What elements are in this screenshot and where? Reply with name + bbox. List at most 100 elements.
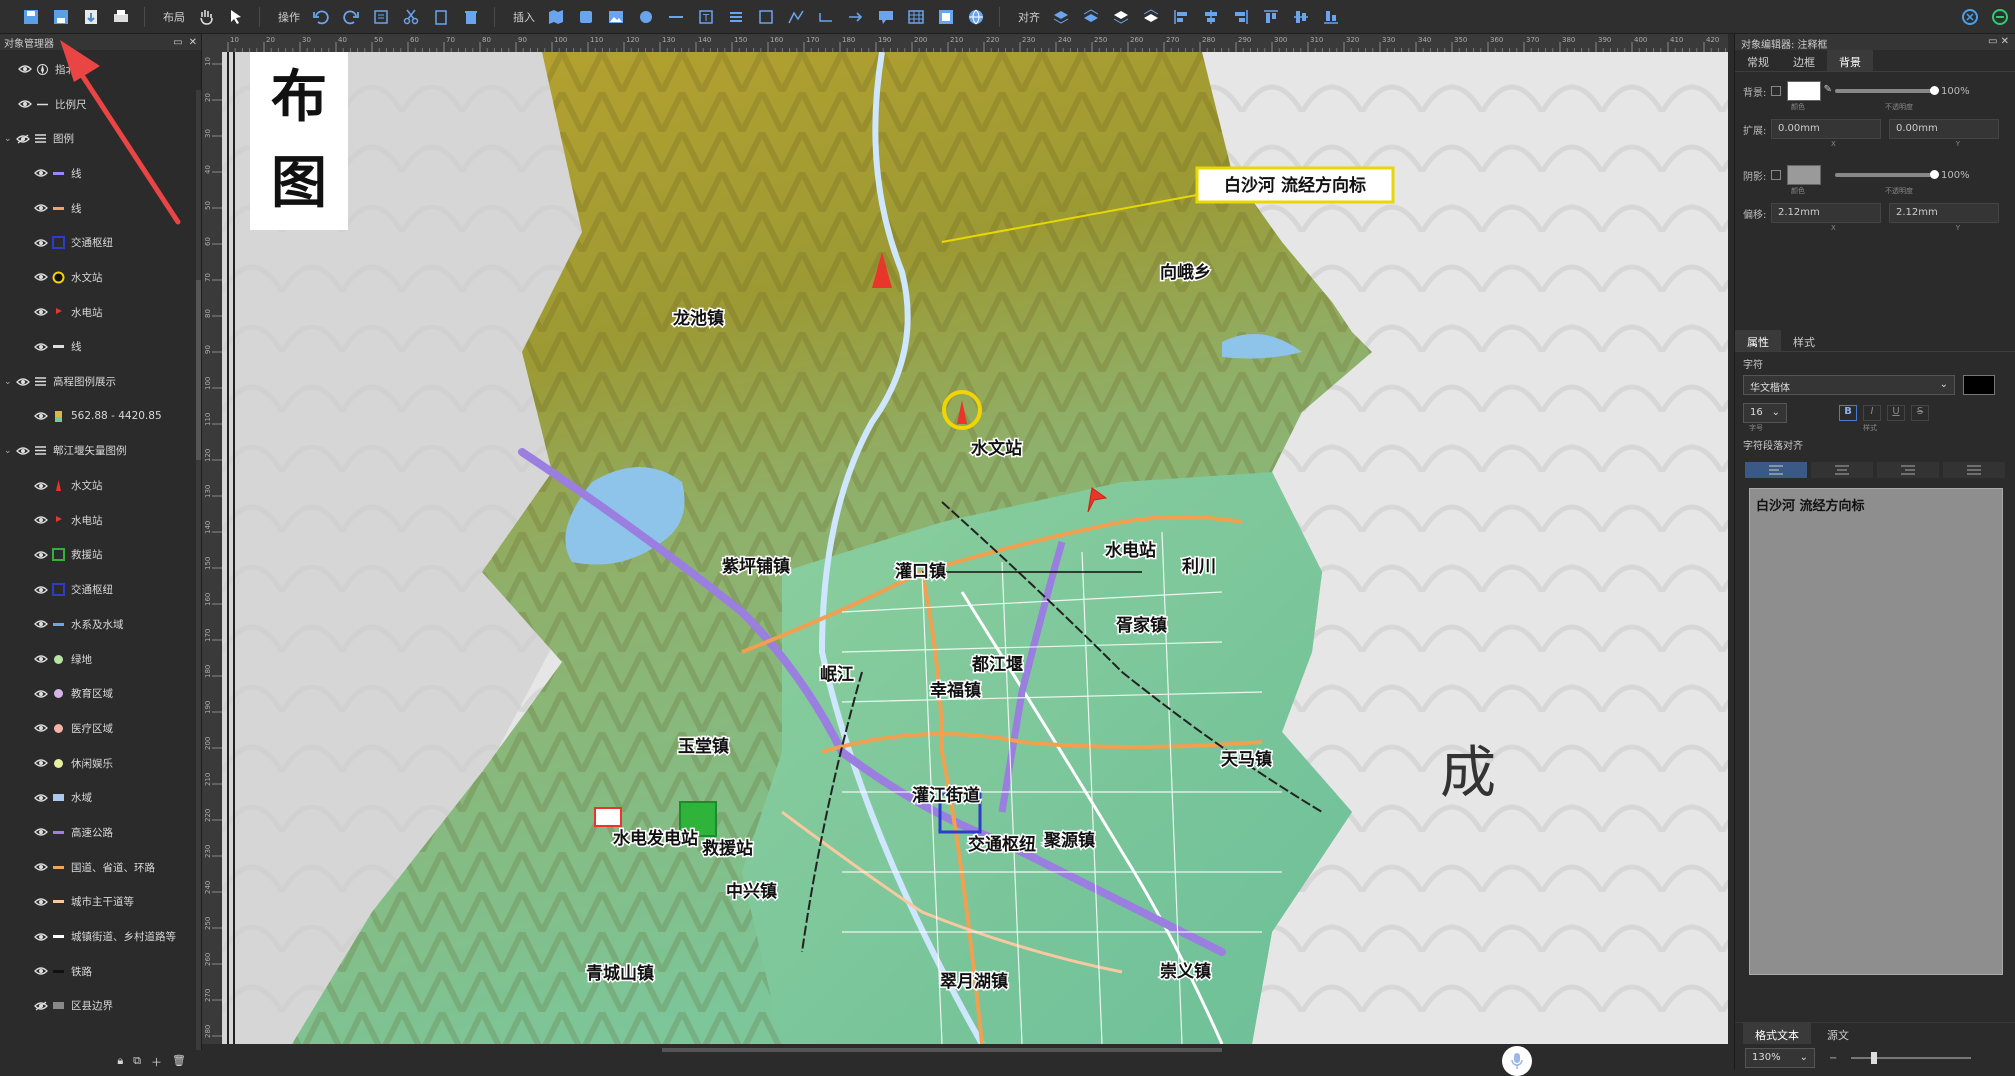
tree-item[interactable]: 指北针 <box>0 52 196 87</box>
eye-icon[interactable] <box>34 201 48 215</box>
bold-button[interactable]: B <box>1839 405 1857 421</box>
strike-button[interactable]: S <box>1911 405 1929 421</box>
expand-caret-icon[interactable]: ⌄ <box>4 377 14 387</box>
eye-icon[interactable] <box>18 62 32 76</box>
text-content-editor[interactable]: 白沙河 流经方向标 <box>1749 488 2003 975</box>
tree-item[interactable]: ⌄ 图例 <box>0 121 196 156</box>
insert-frame-icon[interactable] <box>934 5 958 29</box>
align-left-button[interactable] <box>1745 462 1807 478</box>
send-back-icon[interactable] <box>1139 5 1163 29</box>
tab-formatted-text[interactable]: 格式文本 <box>1743 1023 1811 1044</box>
lock-icon[interactable]: 🔒︎ <box>117 1054 123 1067</box>
select-pointer-icon[interactable] <box>224 5 248 29</box>
align-top-icon[interactable] <box>1259 5 1283 29</box>
eye-icon[interactable] <box>34 964 48 978</box>
tab-general[interactable]: 常规 <box>1735 50 1781 71</box>
tree-item[interactable]: 交通枢纽 <box>0 225 196 260</box>
eye-icon[interactable] <box>34 409 48 423</box>
tree-item[interactable]: ⌄ 高程图例展示 <box>0 364 196 399</box>
tree-item[interactable]: 城市主干道等 <box>0 885 196 920</box>
insert-table-icon[interactable] <box>904 5 928 29</box>
eye-icon[interactable] <box>16 375 30 389</box>
align-left-icon[interactable] <box>1169 5 1193 29</box>
tree-item[interactable]: 水电站 <box>0 503 196 538</box>
tab-source[interactable]: 源文 <box>1815 1023 1861 1044</box>
insert-list-icon[interactable] <box>724 5 748 29</box>
zoom-select[interactable]: 130% ⌄ <box>1745 1048 1815 1068</box>
tab-border[interactable]: 边框 <box>1781 50 1827 71</box>
duplicate-icon[interactable]: ⧉ <box>133 1054 141 1067</box>
eyedropper-icon[interactable]: ✎ <box>1824 84 1832 95</box>
eye-icon[interactable] <box>34 687 48 701</box>
eye-hidden-icon[interactable] <box>34 999 48 1013</box>
float-editor-icon[interactable]: ▭ <box>1988 36 1997 47</box>
eye-icon[interactable] <box>34 479 48 493</box>
paste-icon[interactable] <box>429 5 453 29</box>
extend-x-field[interactable]: 0.00mm <box>1771 119 1881 139</box>
insert-connector-icon[interactable] <box>814 5 838 29</box>
close-panel-icon[interactable]: ✕ <box>189 37 197 48</box>
tree-item[interactable]: 教育区域 <box>0 676 196 711</box>
close-editor-icon[interactable]: ✕ <box>2001 36 2009 47</box>
copy-page-icon[interactable] <box>369 5 393 29</box>
background-color-picker[interactable]: ✎ <box>1787 81 1832 101</box>
tree-item[interactable]: ⌄ 郫江堰矢量图例 <box>0 434 196 469</box>
bring-front-icon[interactable] <box>1049 5 1073 29</box>
eye-hidden-icon[interactable] <box>16 132 30 146</box>
eye-icon[interactable] <box>34 583 48 597</box>
tree-item[interactable]: 医疗区域 <box>0 711 196 746</box>
layout-canvas[interactable]: 布 图 白沙河 流经方向标 成 龙池镇 向峨乡 水文站 紫坪铺镇 灌口镇 水电站 胥家镇 幸福… <box>222 52 1728 1044</box>
zoom-slider[interactable] <box>1851 1052 1972 1064</box>
eye-icon[interactable] <box>34 305 48 319</box>
insert-line-icon[interactable] <box>664 5 688 29</box>
italic-button[interactable]: I <box>1863 405 1881 421</box>
insert-map-icon[interactable] <box>544 5 568 29</box>
expand-caret-icon[interactable]: ⌄ <box>4 134 14 144</box>
tree-item[interactable]: 国道、省道、环路 <box>0 850 196 885</box>
eye-icon[interactable] <box>34 548 48 562</box>
insert-arrow-icon[interactable] <box>844 5 868 29</box>
eye-icon[interactable] <box>34 791 48 805</box>
eye-icon[interactable] <box>34 166 48 180</box>
align-justify-button[interactable] <box>1943 462 2005 478</box>
insert-text-icon[interactable]: T <box>694 5 718 29</box>
shadow-opacity-slider[interactable] <box>1835 170 1939 179</box>
expand-caret-icon[interactable]: ⌄ <box>4 446 14 456</box>
tree-item[interactable]: 高速公路 <box>0 815 196 850</box>
insert-callout-icon[interactable] <box>874 5 898 29</box>
print-icon[interactable] <box>109 5 133 29</box>
tree-item[interactable]: 休闲娱乐 <box>0 746 196 781</box>
underline-button[interactable]: U <box>1887 405 1905 421</box>
tree-item[interactable]: 铁路 <box>0 954 196 989</box>
eye-icon[interactable] <box>34 756 48 770</box>
tree-item[interactable]: 线 <box>0 191 196 226</box>
object-tree-scrollbar[interactable] <box>196 90 201 1050</box>
tree-item[interactable]: 水文站 <box>0 260 196 295</box>
export-icon[interactable] <box>79 5 103 29</box>
map-frame[interactable]: 布 图 白沙河 流经方向标 成 龙池镇 向峨乡水文站紫坪铺镇 灌口镇 水电站胥家镇幸福… <box>222 52 1728 1044</box>
align-right-icon[interactable] <box>1229 5 1253 29</box>
eye-icon[interactable] <box>34 652 48 666</box>
send-backward-icon[interactable] <box>1109 5 1133 29</box>
tree-item[interactable]: 城镇街道、乡村道路等 <box>0 919 196 954</box>
tree-item[interactable]: 线 <box>0 156 196 191</box>
tree-item[interactable]: 562.88 - 4420.85 <box>0 399 196 434</box>
font-size-select[interactable]: 16 ⌄ <box>1743 403 1787 423</box>
add-icon[interactable]: ＋ <box>151 1054 162 1069</box>
tab-properties[interactable]: 属性 <box>1735 330 1781 351</box>
tree-item[interactable]: 水系及水域 <box>0 607 196 642</box>
font-family-select[interactable]: 华文楷体 ⌄ <box>1743 375 1955 395</box>
align-center-icon[interactable] <box>1199 5 1223 29</box>
shadow-color-picker[interactable] <box>1787 165 1821 185</box>
eye-icon[interactable] <box>16 444 30 458</box>
brand-logo-icon[interactable] <box>1958 5 1982 29</box>
delete-icon[interactable] <box>459 5 483 29</box>
tree-item[interactable]: 线 <box>0 330 196 365</box>
zoom-out-icon[interactable]: − <box>1829 1053 1837 1064</box>
cut-icon[interactable] <box>399 5 423 29</box>
insert-image-icon[interactable] <box>604 5 628 29</box>
insert-layer-icon[interactable] <box>574 5 598 29</box>
eye-icon[interactable] <box>34 895 48 909</box>
redo-icon[interactable] <box>339 5 363 29</box>
power-plant-icon[interactable] <box>594 807 622 827</box>
